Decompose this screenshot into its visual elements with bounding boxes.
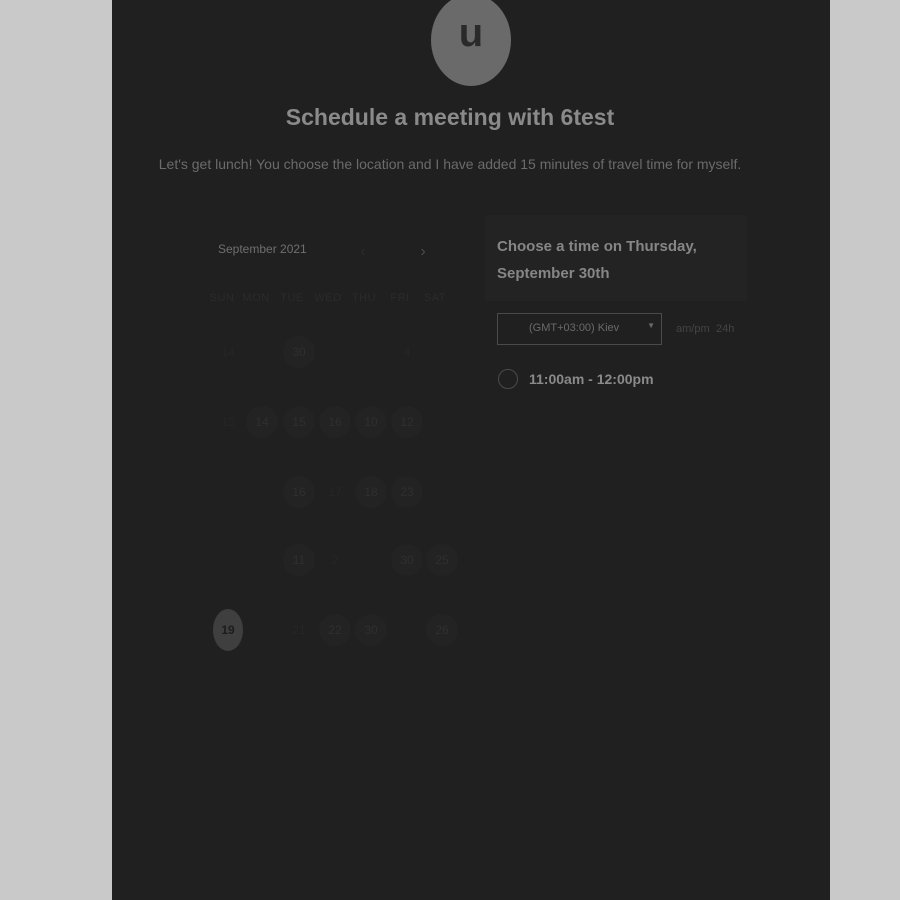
calendar-day[interactable]: 23 bbox=[391, 476, 423, 508]
calendar-day[interactable]: 15 bbox=[283, 406, 315, 438]
calendar-day[interactable]: 30 bbox=[355, 614, 387, 646]
calendar-day: 13 bbox=[221, 415, 235, 429]
selected-date-heading: Choose a time on Thursday, September 30t… bbox=[485, 215, 747, 301]
chevron-right-icon[interactable]: › bbox=[413, 242, 433, 262]
time-slot-label[interactable]: 11:00am - 12:00pm bbox=[529, 371, 654, 387]
calendar-day[interactable]: 16 bbox=[319, 406, 351, 438]
format-ampm-toggle[interactable]: am/pm bbox=[676, 323, 710, 335]
weekday-sat: SAT bbox=[423, 292, 447, 304]
timezone-value: (GMT+03:00) Kiev bbox=[529, 322, 620, 334]
weekday-sun: SUN bbox=[209, 292, 235, 304]
calendar-day: 4 bbox=[403, 345, 411, 359]
calendar-day-selected[interactable]: 19 bbox=[213, 609, 243, 651]
calendar-day[interactable]: 30 bbox=[283, 336, 315, 368]
calendar-month-label: September 2021 bbox=[218, 242, 307, 256]
caret-down-icon: ▼ bbox=[647, 321, 655, 330]
weekday-mon: MON bbox=[242, 292, 270, 304]
calendar-day[interactable]: 25 bbox=[426, 544, 458, 576]
heading-line-2: September 30th bbox=[497, 265, 610, 282]
heading-line-1: Choose a time on Thursday, bbox=[497, 238, 697, 255]
calendar-day[interactable]: 16 bbox=[283, 476, 315, 508]
calendar-day: 17 bbox=[328, 485, 342, 499]
time-slot-radio[interactable] bbox=[498, 369, 518, 389]
calendar-day[interactable]: 12 bbox=[391, 406, 423, 438]
calendar-day[interactable]: 11 bbox=[283, 544, 315, 576]
weekday-fri: FRI bbox=[390, 292, 410, 304]
format-24h-toggle[interactable]: 24h bbox=[716, 323, 734, 335]
page-description: Let's get lunch! You choose the location… bbox=[158, 156, 742, 172]
calendar-day[interactable]: 26 bbox=[426, 614, 458, 646]
page-title: Schedule a meeting with 6test bbox=[285, 104, 615, 130]
calendar-day[interactable]: 22 bbox=[319, 614, 351, 646]
avatar-initial: u bbox=[458, 10, 484, 55]
timezone-select[interactable]: (GMT+03:00) Kiev ▼ bbox=[497, 313, 662, 345]
calendar-day[interactable]: 14 bbox=[246, 406, 278, 438]
calendar-day[interactable]: 30 bbox=[391, 544, 423, 576]
weekday-tue: TUE bbox=[280, 292, 304, 304]
calendar-day: 2 bbox=[331, 553, 339, 567]
chevron-left-icon[interactable]: ‹ bbox=[353, 242, 373, 262]
scheduler-panel bbox=[112, 0, 830, 900]
calendar-day[interactable]: 10 bbox=[355, 406, 387, 438]
weekday-thu: THU bbox=[351, 292, 377, 304]
weekday-wed: WED bbox=[314, 292, 342, 304]
calendar-day: 21 bbox=[292, 623, 306, 637]
calendar-day: 14 bbox=[221, 345, 235, 359]
calendar-day[interactable]: 18 bbox=[355, 476, 387, 508]
